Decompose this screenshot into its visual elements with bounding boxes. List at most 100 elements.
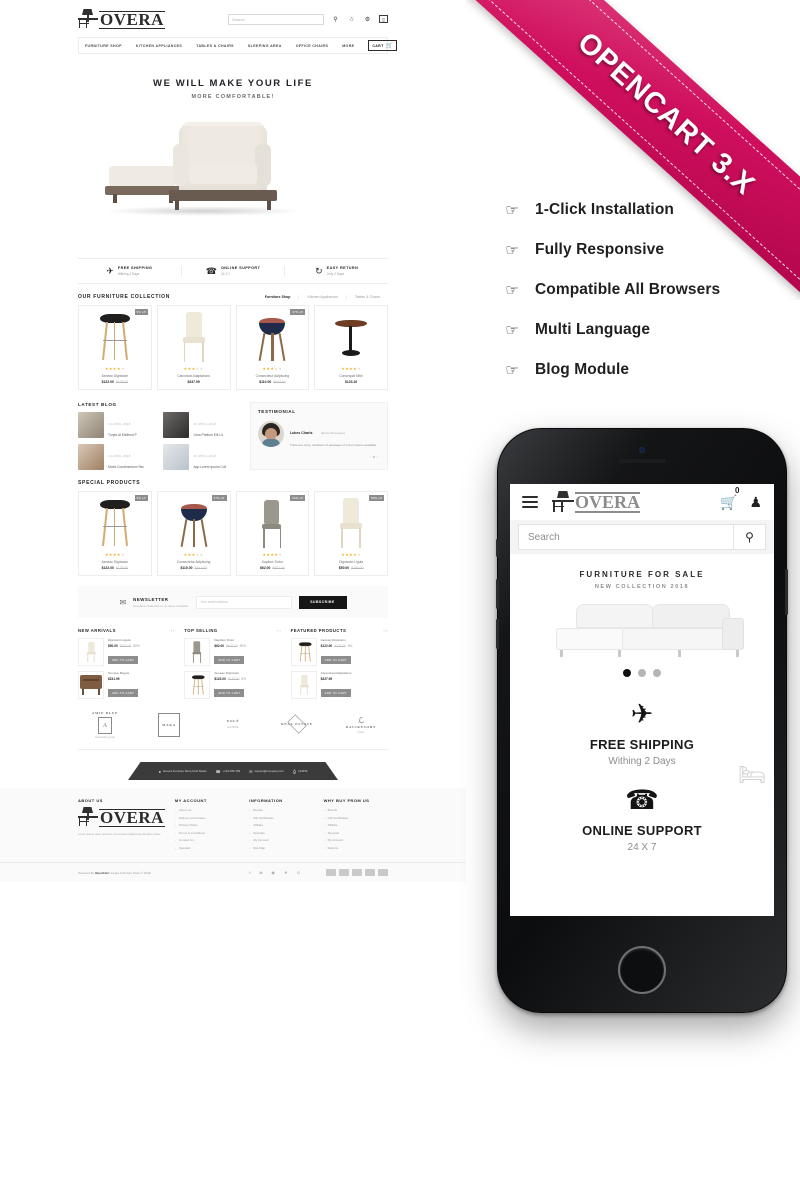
brand-amie-blue[interactable]: AMIE BLUE A handcrafted goods — [78, 711, 132, 739]
add-to-cart-button[interactable]: ADD TO CART — [108, 689, 139, 697]
blog-date: 10 APRIL 2018 — [108, 454, 131, 458]
site-footer: ABOUT US OVERA Lorem ipsum dolor sit ame… — [0, 788, 466, 882]
nav-item-tables-chairs[interactable]: TABLES & CHAIRS — [196, 44, 234, 48]
footer-link[interactable]: Delivery Information — [175, 816, 239, 820]
footer-link[interactable]: Contact Us — [175, 838, 239, 842]
add-to-cart-button[interactable]: ADD TO CART — [320, 656, 351, 664]
compare-icon[interactable]: ◫ — [379, 15, 388, 23]
tab-tables-chairs[interactable]: Tables & Chairs — [345, 295, 388, 299]
blog-post[interactable]: 10 APRIL 2018 Urna Pretium Elit Lit — [163, 412, 242, 438]
facebook-icon[interactable]: f — [249, 870, 250, 875]
footer-link[interactable]: Specials — [249, 831, 313, 835]
footer-link[interactable]: Specials — [324, 831, 388, 835]
mobile-search-input[interactable]: Search — [519, 525, 733, 549]
twitter-icon[interactable]: ₦ — [260, 870, 263, 875]
testimonial-card: TESTIMONIAL Lukes Charls (Iphone Develop… — [249, 402, 388, 470]
add-to-cart-button[interactable]: ADD TO CART — [108, 656, 139, 664]
add-to-cart-button[interactable]: ADD TO CART — [320, 689, 351, 697]
product-card[interactable]: 37% off ★★★★★ Consectetur Adipiscing $11… — [156, 491, 231, 576]
list-item[interactable]: Dapibus Tortor $62.00 $602.00 90% ADD TO C… — [184, 638, 281, 666]
sale-badge: 5% off — [134, 309, 148, 315]
list-title: NEW ARRIVALS — [78, 628, 116, 633]
nav-item-kitchen-appliances[interactable]: KITCHEN APPLIANCES — [136, 44, 182, 48]
cart-button[interactable]: CART 🛒 — [368, 40, 398, 51]
hamburger-menu-icon[interactable] — [522, 493, 538, 511]
testimonial-quote: There are many variations of passages of… — [289, 443, 377, 447]
add-to-cart-button[interactable]: ADD TO CART — [214, 689, 245, 697]
search-icon[interactable]: ⚲ — [733, 525, 765, 549]
carousel-dot[interactable] — [638, 669, 646, 677]
blog-thumbnail — [78, 444, 104, 470]
carousel-arrows[interactable]: ‹› — [383, 628, 388, 633]
mobile-logo[interactable]: OVERA — [552, 491, 641, 513]
footer-link[interactable]: Affiliate — [324, 823, 388, 827]
footer-link[interactable]: Brands — [324, 808, 388, 812]
nav-item-sleeping-area[interactable]: SLEEPING AREA — [248, 44, 282, 48]
nav-item-furniture-shop[interactable]: FURNITURE SHOP — [85, 44, 122, 48]
footer-link[interactable]: My Account — [324, 838, 388, 842]
list-item[interactable]: Aenean Dignissim $122.00 $128.00 5% ADD TO… — [290, 638, 388, 666]
mobile-carousel-dots[interactable] — [520, 669, 764, 677]
list-item[interactable]: Aenean Dignissim $122.00 $128.00 5% ADD TO… — [184, 671, 281, 699]
google-plus-icon[interactable]: G — [297, 870, 300, 875]
tab-furniture-shop[interactable]: Furniture Shop — [257, 295, 299, 299]
carousel-arrows[interactable]: ‹› — [171, 628, 176, 633]
footer-why-buy: WHY BUY FROM US Brands Gift Certificates… — [324, 798, 388, 853]
newsletter-email-input[interactable]: Your email address — [195, 595, 292, 609]
footer-link[interactable]: Affiliate — [249, 823, 313, 827]
footer-link[interactable]: Gift Certificates — [249, 816, 313, 820]
carousel-arrows[interactable]: ‹› — [277, 628, 282, 633]
brand-baliresort[interactable]: ℒ BALIRESORT hotels — [334, 716, 388, 734]
header-search-input[interactable]: Search — [228, 13, 324, 25]
product-image — [240, 310, 306, 362]
product-card[interactable]: 5% off ★★★★★ Aenean Dignissim $122.00 $12… — [78, 491, 152, 576]
footer-link[interactable]: Returns — [324, 846, 388, 850]
blog-post[interactable]: 10 APRIL 2018 Turpis At Eleifend P — [78, 412, 157, 438]
pinterest-icon[interactable]: ▼ — [284, 870, 288, 875]
product-card[interactable]: ★★★★★ Consequat Nibh $123.20 — [314, 305, 388, 390]
list-item[interactable]: Tempus Magna $241.99 ADD TO CART — [78, 671, 175, 699]
product-name: Aenean Dignissim — [101, 374, 129, 378]
brand-nole[interactable]: NOLÉ and NOLÉ — [206, 719, 260, 732]
footer-link[interactable]: Privacy Policy — [175, 823, 239, 827]
blog-post[interactable]: 10 APRIL 2018 Morbi Condimentum Nto — [78, 444, 157, 470]
brand-name: NOLÉ — [226, 718, 240, 723]
footer-link[interactable]: Gift Certificates — [324, 816, 388, 820]
user-icon[interactable]: ☃ — [347, 16, 356, 23]
carousel-dot[interactable] — [653, 669, 661, 677]
footer-link[interactable]: Terms & Conditions — [175, 831, 239, 835]
product-card[interactable]: 5% off ★★★★★ Aenean Dignissim $122.00 $12… — [78, 305, 152, 390]
footer-link[interactable]: Site Map — [249, 846, 313, 850]
footer-link[interactable]: About Us — [175, 808, 239, 812]
add-to-cart-button[interactable]: ADD TO CART — [214, 656, 245, 664]
blog-post[interactable]: 10 APRIL 2018 App Lorem Ipsum Coll — [163, 444, 242, 470]
search-icon[interactable]: ⚲ — [331, 16, 340, 23]
footer-link[interactable]: Specials — [175, 846, 239, 850]
site-logo[interactable]: OVERA — [78, 9, 165, 29]
footer-link[interactable]: Brands — [249, 808, 313, 812]
product-card[interactable]: ★★★★★ Canonical Adaptations $337.99 — [156, 305, 231, 390]
mute-switch[interactable] — [496, 539, 499, 557]
brand-mara[interactable]: MARA — [142, 711, 196, 739]
home-button[interactable] — [618, 946, 666, 994]
mobile-account-icon[interactable]: ♟ — [749, 494, 762, 511]
list-item[interactable]: Dignissim Ligula $50.00 $200.00 80% ADD TO… — [78, 638, 175, 666]
list-item[interactable]: Canonical Adaptations $337.99 ADD TO CAR… — [290, 671, 388, 699]
volume-down-button[interactable] — [496, 619, 499, 649]
volume-up-button[interactable] — [496, 579, 499, 609]
tab-kitchen-appliances[interactable]: Kitchen Appliances — [298, 295, 345, 299]
power-button[interactable] — [785, 569, 788, 615]
testimonial-carousel-dots[interactable]: ••• — [258, 454, 380, 459]
nav-item-more[interactable]: MORE — [342, 44, 354, 48]
carousel-dot-active[interactable] — [623, 669, 631, 677]
subscribe-button[interactable]: SUBSCRIBE — [298, 595, 347, 609]
product-card[interactable]: 80% off ★★★★★ Dignissim Ligula $50.00 $20… — [314, 491, 388, 576]
nav-item-office-chairs[interactable]: OFFICE CHAIRS — [296, 44, 329, 48]
brand-real-estate[interactable]: REAL ESTATE — [270, 714, 324, 735]
footer-link[interactable]: My Account — [249, 838, 313, 842]
gear-icon[interactable]: ⚙ — [363, 16, 372, 23]
rss-icon[interactable]: ◉ — [271, 870, 275, 875]
product-card[interactable]: 90% off ★★★★★ Dapibus Tortor $62.00 $602.… — [235, 491, 310, 576]
product-card[interactable]: 37% off ★★★★★ Consectetur Adipiscing $11… — [235, 305, 310, 390]
mobile-cart-icon[interactable]: 🛒 0 — [720, 486, 739, 511]
